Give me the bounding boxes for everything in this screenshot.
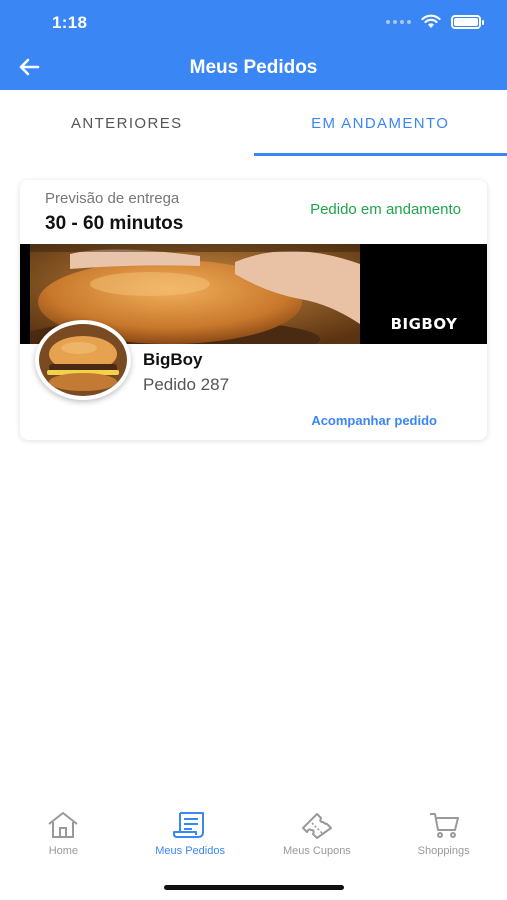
status-icons bbox=[386, 14, 484, 29]
burger-thumbnail bbox=[39, 324, 127, 396]
nav-shoppings[interactable]: Shoppings bbox=[380, 808, 507, 874]
ticket-icon bbox=[301, 813, 332, 839]
eta-label: Previsão de entrega bbox=[45, 190, 180, 207]
cart-icon bbox=[429, 813, 459, 838]
order-card[interactable]: Previsão de entrega 30 - 60 minutos Pedi… bbox=[20, 180, 487, 440]
home-indicator bbox=[164, 885, 344, 890]
nav-home-label: Home bbox=[48, 845, 79, 857]
eta-value: 30 - 60 minutos bbox=[45, 213, 184, 234]
status-time: 1:18 bbox=[52, 13, 88, 32]
nav-meus-pedidos[interactable]: Meus Pedidos bbox=[127, 808, 254, 874]
nav-meus-cupons-label: Meus Cupons bbox=[282, 845, 351, 857]
nav-home[interactable]: Home bbox=[0, 808, 127, 874]
wifi-icon bbox=[421, 14, 441, 28]
battery-icon bbox=[451, 14, 484, 29]
nav-shoppings-label: Shoppings bbox=[417, 845, 470, 857]
store-name: BigBoy bbox=[143, 350, 203, 369]
store-avatar bbox=[35, 320, 131, 400]
track-order-link[interactable]: Acompanhar pedido bbox=[311, 413, 437, 428]
page-title: Meus Pedidos bbox=[189, 57, 318, 78]
tab-em-andamento[interactable]: EM ANDAMENTO bbox=[253, 90, 507, 156]
bottom-nav: Home Meus Pedidos Meus Cupons Shoppings bbox=[0, 808, 507, 874]
store-logo-text: BIGBOY bbox=[390, 315, 458, 333]
store-logo: BIGBOY bbox=[387, 315, 461, 333]
order-number: Pedido 287 bbox=[143, 375, 230, 394]
tab-bar: ANTERIORES EM ANDAMENTO bbox=[0, 90, 507, 156]
app-header: 1:18 Meus Pedidos bbox=[0, 0, 507, 90]
tab-anteriores[interactable]: ANTERIORES bbox=[0, 90, 254, 156]
home-icon bbox=[48, 812, 78, 838]
nav-meus-pedidos-label: Meus Pedidos bbox=[155, 845, 225, 857]
signal-icon bbox=[386, 19, 411, 24]
nav-meus-cupons[interactable]: Meus Cupons bbox=[254, 808, 381, 874]
order-status: Pedido em andamento bbox=[310, 201, 461, 218]
screen: 1:18 Meus Pedidos ANTERIORES EM ANDAMENT… bbox=[0, 0, 507, 900]
receipt-icon bbox=[173, 812, 205, 838]
